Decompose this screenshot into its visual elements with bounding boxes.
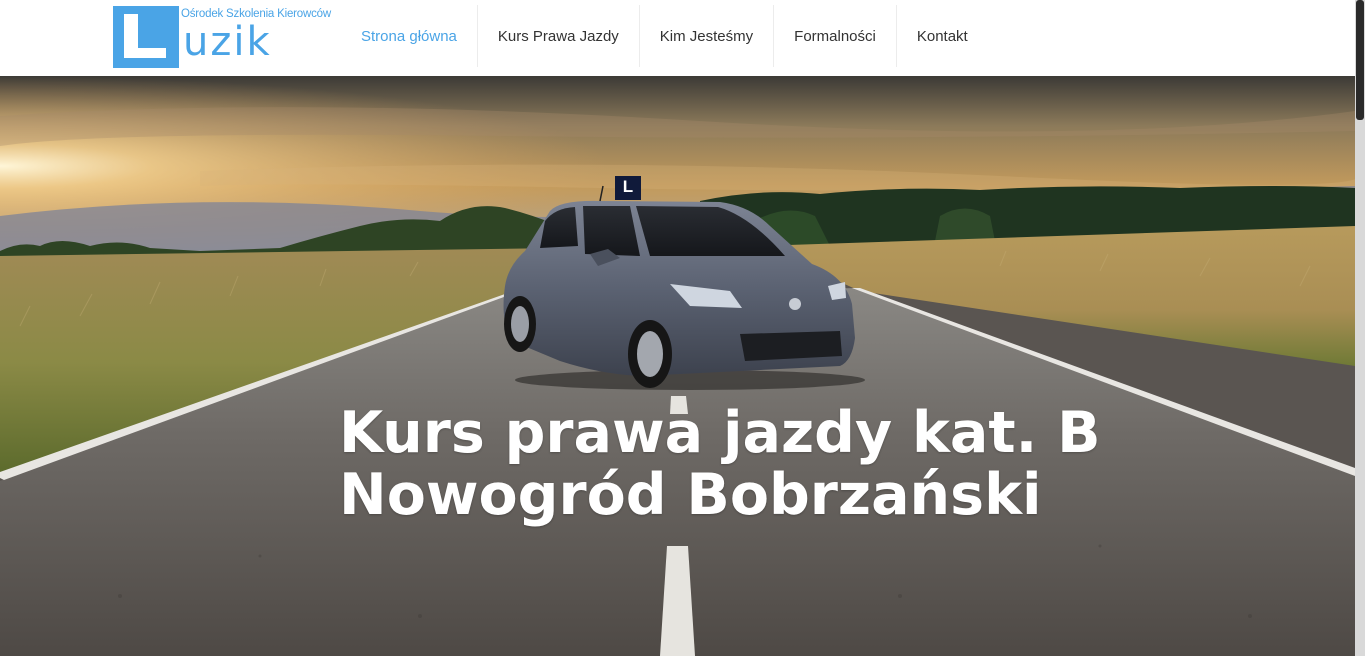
site-logo[interactable]: Ośrodek Szkolenia Kierowców uzik	[113, 5, 331, 69]
nav-item-contact[interactable]: Kontakt	[897, 5, 988, 67]
logo-letter-foot	[124, 48, 166, 58]
hero-headline-line-2: Nowogród Bobrzański	[339, 462, 1042, 528]
page-scrollbar[interactable]	[1355, 0, 1365, 656]
main-nav: Strona główna Kurs Prawa Jazdy Kim Jeste…	[341, 5, 988, 67]
nav-item-about[interactable]: Kim Jesteśmy	[640, 5, 775, 67]
scrollbar-thumb[interactable]	[1356, 0, 1364, 120]
site-header: Ośrodek Szkolenia Kierowców uzik Strona …	[0, 0, 1355, 76]
hero-background-image	[0, 76, 1355, 656]
roof-sign-letter: L	[622, 177, 634, 196]
hero-headline-line-1: Kurs prawa jazdy kat. B	[339, 400, 1101, 466]
nav-item-home[interactable]: Strona główna	[341, 5, 478, 67]
hero-headline: Kurs prawa jazdy kat. B Nowogród Bobrzań…	[339, 402, 1101, 526]
logo-mark	[113, 6, 179, 68]
nav-item-course[interactable]: Kurs Prawa Jazdy	[478, 5, 640, 67]
nav-item-formalities[interactable]: Formalności	[774, 5, 897, 67]
logo-wordmark: uzik	[183, 19, 272, 65]
hero-banner: L Kurs prawa jazdy kat. B Nowogród Bobrz…	[0, 76, 1355, 656]
